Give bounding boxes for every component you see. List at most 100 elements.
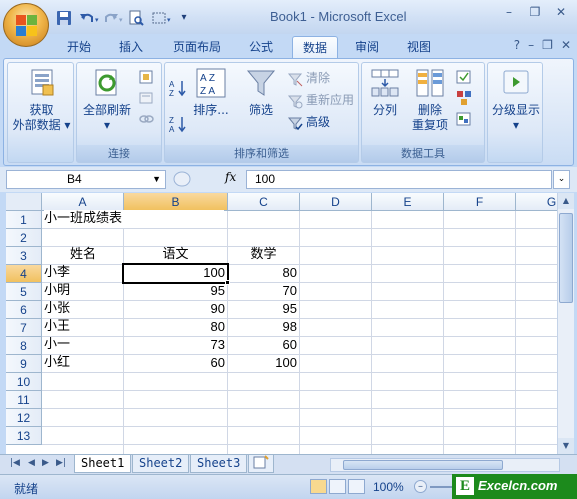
scroll-down-icon[interactable]: ▼ [558, 438, 574, 454]
last-sheet-icon[interactable]: ▶| [56, 458, 66, 468]
next-sheet-icon[interactable]: ▶ [42, 458, 49, 468]
name-box[interactable]: B4 ▼ [6, 170, 166, 189]
tab-home[interactable]: 开始 [58, 36, 100, 58]
formula-bar-handle-icon[interactable] [172, 171, 192, 188]
first-sheet-icon[interactable]: |◀ [10, 458, 20, 468]
ribbon-close-icon[interactable]: ✕ [561, 38, 571, 52]
refresh-all-button[interactable]: 全部刷新 ▾ [79, 67, 135, 133]
sheet-tab-sheet2[interactable]: Sheet2 [132, 455, 190, 473]
column-header-e[interactable]: E [372, 193, 444, 211]
restore-icon[interactable]: ❐ [523, 4, 547, 22]
row-header-12[interactable]: 12 [6, 409, 42, 427]
clear-button[interactable]: 清除 [287, 69, 330, 87]
row-header-3[interactable]: 3 [6, 247, 42, 265]
cell-c4[interactable]: 80 [228, 264, 299, 282]
cell-a9[interactable]: 小红 [44, 354, 123, 372]
zoom-level[interactable]: 100% [373, 480, 404, 494]
sheet-tab-sheet1[interactable]: Sheet1 [74, 455, 132, 473]
expand-formula-bar-icon[interactable]: ⌄ [553, 170, 570, 189]
help-icon[interactable]: ? [514, 38, 520, 52]
sort-button[interactable]: A Z Z A 排序... [189, 67, 233, 118]
row-header-11[interactable]: 11 [6, 391, 42, 409]
column-header-g[interactable]: G [516, 193, 557, 211]
ribbon-restore-icon[interactable]: ❐ [542, 38, 553, 52]
cell-a5[interactable]: 小明 [44, 282, 123, 300]
insert-sheet-icon[interactable] [248, 455, 274, 473]
cell-a8[interactable]: 小一 [44, 336, 123, 354]
prev-sheet-icon[interactable]: ◀ [28, 458, 35, 468]
cell-c9[interactable]: 100 [228, 354, 299, 372]
cell-c3[interactable]: 数学 [228, 246, 299, 264]
normal-view-icon[interactable] [310, 479, 327, 494]
sort-ascending-icon[interactable]: AZ [169, 79, 187, 98]
save-icon[interactable] [55, 10, 73, 26]
scroll-up-icon[interactable]: ▲ [558, 193, 574, 209]
cell-a6[interactable]: 小张 [44, 300, 123, 318]
connections-icon[interactable] [138, 67, 157, 85]
fill-handle[interactable] [225, 280, 230, 285]
cell-b8[interactable]: 73 [124, 336, 227, 354]
cell-c5[interactable]: 70 [228, 282, 299, 300]
column-header-f[interactable]: F [444, 193, 516, 211]
horizontal-scroll-thumb[interactable] [343, 460, 503, 470]
worksheet-grid[interactable]: A B C D E F G 1 2 3 4 5 6 7 8 9 10 11 12… [6, 193, 557, 454]
row-header-10[interactable]: 10 [6, 373, 42, 391]
drawing-icon[interactable]: ▾ [151, 10, 171, 26]
cell-b6[interactable]: 90 [124, 300, 227, 318]
tab-view[interactable]: 视图 [398, 36, 440, 58]
cell-b5[interactable]: 95 [124, 282, 227, 300]
cell-c6[interactable]: 95 [228, 300, 299, 318]
row-header-8[interactable]: 8 [6, 337, 42, 355]
advanced-button[interactable]: 高级 [287, 113, 330, 131]
row-header-5[interactable]: 5 [6, 283, 42, 301]
page-break-view-icon[interactable] [348, 479, 365, 494]
consolidate-icon[interactable] [456, 88, 475, 106]
tab-data[interactable]: 数据 [292, 36, 338, 58]
ribbon-minimize-icon[interactable]: – [528, 38, 534, 52]
close-icon[interactable]: ✕ [549, 4, 573, 22]
reapply-button[interactable]: 重新应用 [287, 91, 354, 109]
get-external-data-button[interactable]: 获取 外部数据 ▾ [10, 67, 73, 133]
row-header-4[interactable]: 4 [6, 265, 42, 283]
tab-insert[interactable]: 插入 [110, 36, 152, 58]
vertical-scrollbar[interactable]: ▲ ▼ [557, 193, 574, 454]
row-header-9[interactable]: 9 [6, 355, 42, 373]
undo-icon[interactable]: ▾ [79, 10, 99, 26]
cell-c8[interactable]: 60 [228, 336, 299, 354]
vertical-scroll-thumb[interactable] [559, 213, 573, 303]
tab-review[interactable]: 审阅 [346, 36, 388, 58]
row-header-7[interactable]: 7 [6, 319, 42, 337]
row-header-6[interactable]: 6 [6, 301, 42, 319]
redo-icon[interactable]: ▾ [103, 10, 123, 26]
column-header-a[interactable]: A [42, 193, 124, 211]
outline-button[interactable]: 分级显示 ▾ [490, 67, 542, 133]
sheet-tab-sheet3[interactable]: Sheet3 [190, 455, 248, 473]
tab-formulas[interactable]: 公式 [240, 36, 282, 58]
row-header-2[interactable]: 2 [6, 229, 42, 247]
page-layout-view-icon[interactable] [329, 479, 346, 494]
cell-a1[interactable]: 小一班成绩表 [44, 210, 224, 228]
column-header-b[interactable]: B [124, 193, 228, 211]
data-validation-icon[interactable]: ▾ [456, 67, 475, 85]
select-all-corner[interactable] [6, 193, 42, 211]
tab-page-layout[interactable]: 页面布局 [164, 36, 230, 58]
cell-a3[interactable]: 姓名 [43, 246, 123, 264]
row-header-13[interactable]: 13 [6, 427, 42, 445]
edit-links-icon[interactable] [138, 109, 157, 127]
cell-c7[interactable]: 98 [228, 318, 299, 336]
column-header-d[interactable]: D [300, 193, 372, 211]
cell-b3[interactable]: 语文 [124, 246, 227, 264]
cell-a7[interactable]: 小王 [44, 318, 123, 336]
cell-a4[interactable]: 小李 [44, 264, 123, 282]
customize-icon[interactable]: ▾ [175, 10, 193, 26]
column-header-c[interactable]: C [228, 193, 300, 211]
name-box-dropdown-icon[interactable]: ▼ [152, 171, 161, 188]
row-header-1[interactable]: 1 [6, 211, 42, 229]
what-if-analysis-icon[interactable]: ▾ [456, 109, 475, 127]
horizontal-scrollbar[interactable] [330, 458, 560, 472]
sort-descending-icon[interactable]: ZA [169, 115, 187, 134]
cell-b7[interactable]: 80 [124, 318, 227, 336]
insert-function-icon[interactable]: fx [225, 170, 236, 184]
print-preview-icon[interactable] [127, 10, 145, 26]
office-button[interactable] [3, 3, 49, 47]
